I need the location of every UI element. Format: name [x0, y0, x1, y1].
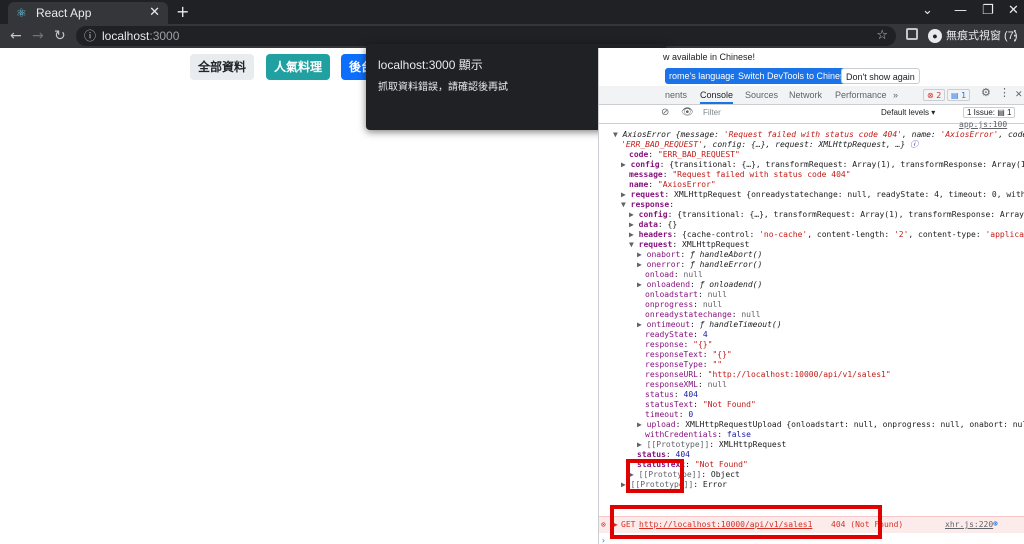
tab-console[interactable]: Console — [700, 88, 734, 104]
log-line[interactable]: ▶ config: {transitional: {…}, transformR… — [621, 160, 1024, 170]
minimize-icon[interactable]: — — [954, 2, 967, 20]
log-line[interactable]: ▶ config: {transitional: {…}, transformR… — [629, 210, 1024, 220]
back-icon[interactable]: ← — [10, 27, 22, 45]
tab-performance[interactable]: Performance — [835, 88, 887, 102]
match-language-button[interactable]: rome's language — [665, 68, 740, 84]
dont-show-again-button[interactable]: Don't show again — [841, 68, 920, 84]
close-window-icon[interactable]: ✕ — [1008, 2, 1019, 20]
alert-title: localhost:3000 顯示 — [378, 58, 483, 72]
log-levels-dropdown[interactable]: Default levels ▾ — [881, 108, 935, 117]
log-line: onreadystatechange: null — [645, 310, 761, 319]
message-count-badge[interactable]: ▤ 1 — [947, 89, 971, 101]
error-count-badge[interactable]: ⊗ 2 — [923, 89, 946, 101]
source-link[interactable]: app.js:100 — [959, 120, 1007, 130]
infobar-text: w available in Chinese! — [663, 52, 756, 62]
all-data-button[interactable]: 全部資料 — [190, 54, 254, 80]
profile-label: 無痕式視窗 (7) — [946, 30, 1018, 42]
browser-tab[interactable]: ⚛ React App ✕ — [8, 2, 168, 24]
more-tabs-icon[interactable]: » — [893, 88, 898, 102]
site-info-icon[interactable]: ⓘ — [84, 28, 96, 44]
clear-console-icon[interactable]: ⊘ — [661, 107, 669, 118]
new-tab-icon[interactable]: + — [176, 2, 189, 22]
log-line: name: "AxiosError" — [629, 180, 716, 189]
error-source-link[interactable]: xhr.js:220 — [945, 520, 993, 530]
filter-input[interactable]: Filter — [703, 108, 721, 117]
tab-sources[interactable]: Sources — [745, 88, 778, 102]
log-line[interactable]: ▶ ontimeout: ƒ handleTimeout() — [637, 320, 782, 330]
log-line[interactable]: ▶ data: {} — [629, 220, 677, 230]
alert-message: 抓取資料錯誤，請確認後再試 — [378, 82, 508, 93]
tab-search-icon[interactable]: ⌄ — [922, 2, 933, 20]
side-panel-icon[interactable] — [906, 28, 918, 40]
incognito-icon: ● — [928, 29, 942, 44]
log-line[interactable]: ▶ request: XMLHttpRequest {onreadystatec… — [621, 190, 1024, 200]
log-line[interactable]: ▶ headers: {cache-control: 'no-cache', c… — [629, 230, 1024, 240]
language-infobar: w available in Chinese! rome's language … — [599, 48, 1024, 84]
log-line[interactable]: ▼ response: — [621, 200, 674, 210]
highlight-box-error — [610, 505, 882, 539]
address-url: localhost:3000 — [102, 29, 180, 43]
log-line[interactable]: ▶ onloadend: ƒ onloadend() — [637, 280, 762, 290]
network-panel-icon[interactable]: ⊛ — [993, 519, 998, 529]
issues-button[interactable]: 1 Issue: ▤ 1 — [963, 107, 1016, 118]
log-line: responseType: "" — [645, 360, 723, 369]
log-line: readyState: 4 — [645, 330, 708, 339]
log-line: status: 404 — [645, 390, 698, 399]
tab-elements[interactable]: nents — [665, 88, 687, 102]
log-line: statusText: "Not Found" — [645, 400, 756, 409]
react-icon: ⚛ — [16, 6, 27, 20]
log-line: responseXML: null — [645, 380, 727, 389]
log-line: onloadstart: null — [645, 290, 727, 299]
console-prompt-icon[interactable]: › — [601, 536, 606, 544]
log-line: response: "{}" — [645, 340, 713, 349]
log-line[interactable]: ▶ upload: XMLHttpRequestUpload {onloadst… — [637, 420, 1024, 430]
tab-strip: ⚛ React App ✕ + ⌄ — ❐ ✕ — [0, 0, 1024, 24]
log-line[interactable]: ▶ [[Prototype]]: XMLHttpRequest — [637, 440, 786, 450]
eye-icon[interactable]: 👁 — [681, 107, 694, 118]
log-line: message: "Request failed with status cod… — [629, 170, 851, 179]
reload-icon[interactable]: ↻ — [54, 27, 66, 45]
incognito-profile[interactable]: ● 無痕式視窗 (7) — [928, 28, 1018, 44]
tab-network[interactable]: Network — [789, 88, 822, 102]
log-line[interactable]: ▶ onabort: ƒ handleAbort() — [637, 250, 762, 260]
popular-dishes-button[interactable]: 人氣料理 — [266, 54, 330, 80]
log-line: timeout: 0 — [645, 410, 694, 419]
log-line: responseText: "{}" — [645, 350, 732, 359]
address-bar[interactable]: ⓘ localhost:3000 ☆ — [76, 26, 896, 46]
devtools-tabs: nents Console Sources Network Performanc… — [599, 86, 1024, 105]
switch-devtools-chinese-button[interactable]: Switch DevTools to Chinese — [734, 68, 854, 84]
kebab-menu-icon[interactable]: ⋮ — [1008, 27, 1022, 45]
close-devtools-icon[interactable]: ✕ — [1015, 87, 1023, 101]
highlight-box-status — [626, 459, 684, 493]
settings-gear-icon[interactable]: ⚙ — [981, 86, 991, 100]
close-tab-icon[interactable]: ✕ — [149, 5, 160, 21]
tab-title: React App — [36, 6, 92, 20]
log-line[interactable]: ▼ request: XMLHttpRequest — [629, 240, 749, 250]
log-line[interactable]: ▶ onerror: ƒ handleError() — [637, 260, 762, 270]
forward-icon[interactable]: → — [32, 27, 44, 45]
log-line: code: "ERR_BAD_REQUEST" — [629, 150, 740, 159]
log-line: onload: null — [645, 270, 703, 279]
bookmark-star-icon[interactable]: ☆ — [876, 27, 888, 45]
log-line: withCredentials: false — [645, 430, 751, 439]
log-line: onprogress: null — [645, 300, 723, 309]
log-line: responseURL: "http://localhost:10000/api… — [645, 370, 891, 379]
log-line: 'ERR_BAD_REQUEST', config: {…}, request:… — [621, 140, 918, 149]
error-icon: ⊗ — [601, 520, 606, 529]
log-line[interactable]: ▼ AxiosError {message: 'Request failed w… — [613, 130, 1024, 140]
devtools-menu-icon[interactable]: ⋮ — [999, 86, 1010, 100]
restore-icon[interactable]: ❐ — [982, 2, 994, 20]
